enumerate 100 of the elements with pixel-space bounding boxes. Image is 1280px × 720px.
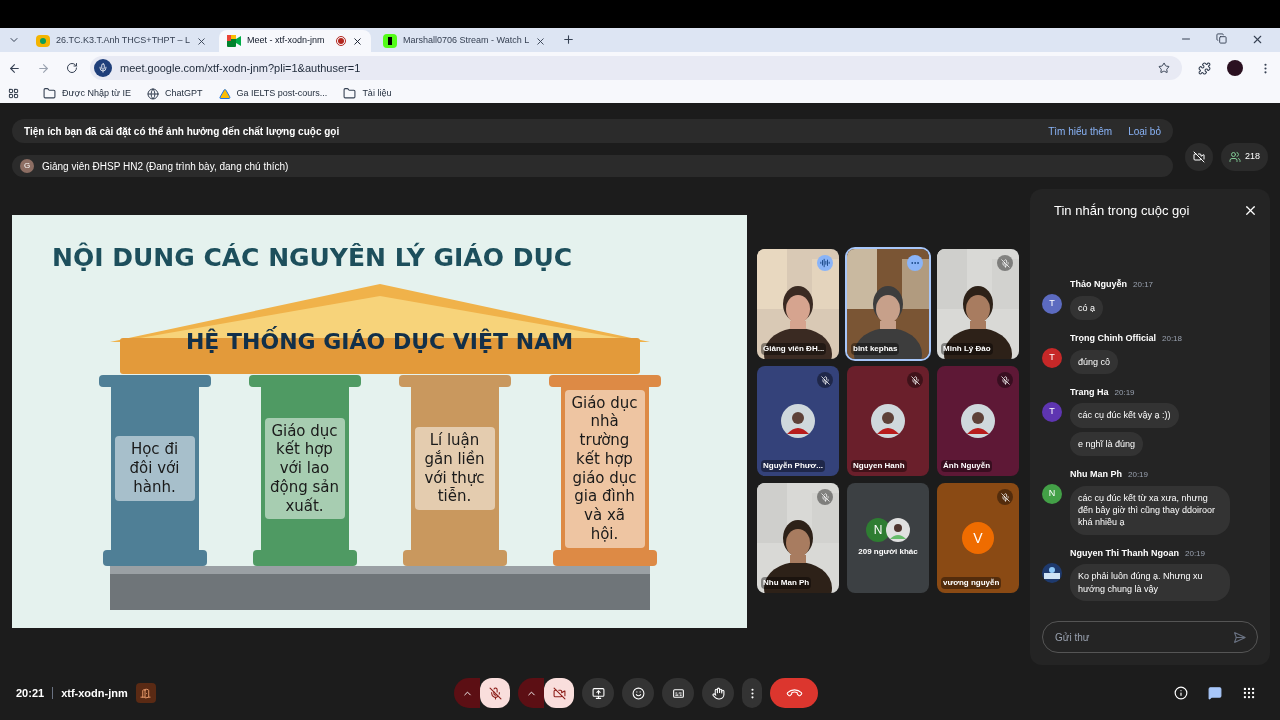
browser-tab[interactable]: Marshall0706 Stream - Watch L xyxy=(375,30,555,52)
new-tab-icon[interactable] xyxy=(562,33,576,46)
banner-link[interactable]: Tìm hiểu thêm xyxy=(1048,123,1113,139)
slide-title: NỘI DUNG CÁC NGUYÊN LÝ GIÁO DỤC xyxy=(52,241,573,274)
camera-button[interactable] xyxy=(544,678,574,708)
address-bar[interactable]: meet.google.com/xtf-xodn-jnm?pli=1&authuser=1 xyxy=(90,56,1182,80)
avatar-letter: N xyxy=(866,518,890,542)
participant-tile[interactable]: Ánh Nguyễn xyxy=(937,366,1019,476)
tab-title: Marshall0706 Stream - Watch L xyxy=(403,34,530,48)
pillar-text: Giáo dục kết hợp với lao động sản xuất. xyxy=(264,417,345,520)
pillar-text: Học đi đôi với hành. xyxy=(114,436,195,501)
message-bubble: Ko phải luôn đúng ạ. Nhưng xu hướng chung là vậy xyxy=(1070,564,1230,601)
send-icon[interactable] xyxy=(1233,631,1246,644)
banner-text: Tiện ích bạn đã cài đặt có thể ảnh hưởng đến chất lượng cuộc gọi xyxy=(24,124,341,139)
leave-call-button[interactable] xyxy=(770,678,818,708)
smiley-icon xyxy=(631,686,645,700)
participant-name: Nhu Man Ph xyxy=(761,577,812,589)
participant-name: Ánh Nguyễn xyxy=(941,460,993,472)
participant-name: Minh Lý Đào xyxy=(941,343,993,355)
folder-icon xyxy=(43,87,56,100)
roof-title: HỆ THỐNG GIÁO DỤC VIỆT NAM xyxy=(99,325,660,358)
camera-off-glyph xyxy=(1192,151,1205,163)
chat-avatar: T xyxy=(1042,348,1062,368)
present-screen-icon xyxy=(591,686,605,700)
more-options-button[interactable] xyxy=(742,678,762,708)
bookmark[interactable]: ChatGPT xyxy=(147,86,203,101)
participant-name: 209 người khác xyxy=(858,546,918,558)
globe-icon xyxy=(147,87,159,100)
meeting-time: 20:21 xyxy=(16,685,45,701)
people-icon xyxy=(1228,151,1241,163)
browser-tab[interactable]: 26.TC.K3.T.Anh THCS+THPT – L xyxy=(28,30,215,52)
message-bubble: đúng cô xyxy=(1070,349,1119,374)
participants-button[interactable]: 218 xyxy=(1220,143,1268,171)
banner-text: Giảng viên ĐHSP HN2 (Đang trình bày, đang chú thích) xyxy=(42,159,289,174)
chat-icon[interactable] xyxy=(1208,686,1222,700)
message-time: 20:19 xyxy=(1128,469,1149,482)
profile-avatar[interactable] xyxy=(1227,60,1243,76)
sender-name: Nhu Man Ph xyxy=(1070,468,1122,482)
meeting-code: xtf-xodn-jnm xyxy=(61,685,128,701)
sender-name: Trang Ha xyxy=(1070,385,1109,399)
camera-off-icon xyxy=(552,686,566,700)
participant-tile[interactable]: Giảng viên ĐH... xyxy=(757,249,839,359)
sender-name: Nguyen Thi Thanh Ngoan xyxy=(1070,546,1179,560)
message-bubble: các cụ đúc kết vậy ạ :)) xyxy=(1070,403,1179,428)
mic-button[interactable] xyxy=(480,678,510,708)
avatar-letter: V xyxy=(962,522,994,554)
apps-icon[interactable] xyxy=(8,88,19,99)
bookmark[interactable]: Tài liệu xyxy=(343,86,392,101)
message-time: 20:19 xyxy=(1185,547,1206,560)
back-icon[interactable] xyxy=(8,61,21,75)
chat-title: Tin nhắn trong cuộc gọi xyxy=(1054,202,1190,220)
message-time: 20:17 xyxy=(1133,279,1154,292)
chat-avatar: N xyxy=(1042,484,1062,505)
banner-link[interactable]: Loại bỏ xyxy=(1128,123,1161,139)
message-time: 20:19 xyxy=(1114,386,1135,399)
present-button[interactable] xyxy=(582,678,614,708)
message-bubble: có ạ xyxy=(1070,295,1103,320)
restore-icon[interactable] xyxy=(1216,33,1227,44)
info-icon[interactable] xyxy=(1174,686,1188,700)
activities-icon[interactable] xyxy=(1242,686,1256,700)
close-tab-icon[interactable] xyxy=(352,35,363,47)
meet-icon xyxy=(227,35,241,47)
mic-off-icon xyxy=(488,686,502,700)
bookmark-star-icon[interactable] xyxy=(1158,62,1170,74)
close-tab-icon[interactable] xyxy=(196,35,207,47)
door-glyph xyxy=(140,687,152,699)
extensions-icon[interactable] xyxy=(1198,61,1211,75)
participant-name: vương nguyễn xyxy=(941,577,1002,589)
drive-icon xyxy=(218,87,231,100)
stream-icon xyxy=(383,34,397,48)
camera-off-icon[interactable] xyxy=(1184,143,1213,171)
close-tab-icon[interactable] xyxy=(535,35,547,47)
bookmark[interactable]: Ga IELTS post-cours... xyxy=(218,86,328,101)
message-input[interactable]: Gửi thư xyxy=(1042,621,1258,653)
reload-icon[interactable] xyxy=(66,62,78,74)
emoji-button[interactable] xyxy=(622,678,654,708)
sender-name: Thảo Nguyễn xyxy=(1070,278,1127,292)
url-text: meet.google.com/xtf-xodn-jnm?pli=1&authuser=1 xyxy=(120,60,362,76)
participant-name: Giảng viên ĐH... xyxy=(761,343,827,355)
avatar-letter: G xyxy=(20,159,34,173)
participant-tile[interactable]: Nguyễn Phươ... xyxy=(757,366,839,476)
participant-tile[interactable]: bint kephas xyxy=(847,249,929,359)
sender-name: Trọng Chinh Official xyxy=(1070,332,1156,345)
captions-button[interactable] xyxy=(662,678,694,708)
bookmark[interactable]: Được Nhập từ IE xyxy=(43,86,131,101)
participant-name: Nguyễn Phươ... xyxy=(761,460,825,472)
message-bubble: e nghĩ là đúng xyxy=(1070,431,1144,457)
captions-icon xyxy=(671,686,685,700)
mic-glyph xyxy=(98,63,108,73)
participant-name: bint kephas xyxy=(851,343,900,355)
participant-name: Nguyen Hanh xyxy=(851,460,907,472)
raise-hand-button[interactable] xyxy=(702,678,734,708)
participant-tile[interactable]: N 209 người khác xyxy=(847,483,929,593)
participant-tile[interactable]: V vương nguyễn xyxy=(937,483,1019,593)
classroom-icon xyxy=(36,35,50,47)
participant-tile[interactable]: Nguyen Hanh xyxy=(847,366,929,476)
browser-tab[interactable]: Meet - xtf-xodn-jnm xyxy=(219,30,371,52)
participant-tile[interactable]: Minh Lý Đào xyxy=(937,249,1019,359)
participant-tile[interactable]: Nhu Man Ph xyxy=(757,483,839,593)
close-window-icon[interactable] xyxy=(1251,33,1264,46)
